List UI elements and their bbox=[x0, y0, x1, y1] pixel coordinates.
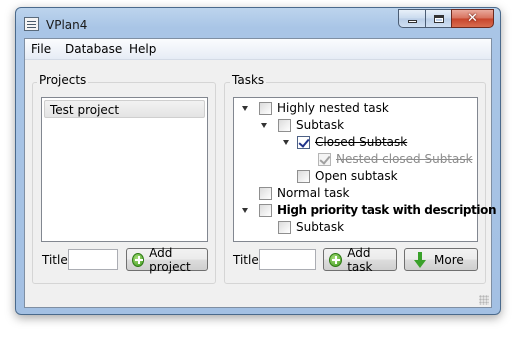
projects-list[interactable]: Test project bbox=[41, 97, 208, 242]
task-checkbox[interactable] bbox=[259, 187, 272, 200]
task-label: Open subtask bbox=[315, 169, 398, 183]
add-project-label: Add project bbox=[149, 245, 191, 274]
expander-icon[interactable] bbox=[242, 208, 248, 213]
more-button[interactable]: More bbox=[404, 248, 478, 271]
task-label: Highly nested task bbox=[277, 101, 389, 115]
projects-group-title: Projects bbox=[37, 73, 89, 87]
task-checkbox[interactable] bbox=[297, 136, 310, 149]
minimize-button[interactable] bbox=[398, 9, 425, 28]
more-label: More bbox=[434, 252, 464, 267]
task-label: High priority task with description bbox=[277, 203, 497, 217]
task-checkbox[interactable] bbox=[259, 102, 272, 115]
tree-node[interactable]: High priority task with description bbox=[234, 202, 497, 219]
menu-bar: File Database Help bbox=[25, 39, 491, 60]
list-item[interactable]: Test project bbox=[44, 100, 205, 118]
tree-node[interactable]: Subtask bbox=[234, 117, 474, 134]
maximize-icon bbox=[433, 14, 444, 23]
plus-circle-icon bbox=[132, 252, 145, 267]
tree-node[interactable]: Nested closed Subtask bbox=[234, 151, 474, 168]
add-task-button[interactable]: Add task bbox=[323, 245, 397, 274]
tree-node[interactable]: Closed Subtask bbox=[234, 134, 474, 151]
window-title: VPlan4 bbox=[46, 18, 88, 32]
menu-file[interactable]: File bbox=[31, 42, 51, 56]
down-arrow-icon bbox=[414, 251, 426, 268]
task-label: Normal task bbox=[277, 186, 350, 200]
close-button[interactable]: ✕ bbox=[451, 9, 494, 28]
add-project-button[interactable]: Add project bbox=[126, 245, 208, 274]
close-icon: ✕ bbox=[467, 11, 478, 26]
expander-icon[interactable] bbox=[283, 140, 289, 145]
task-checkbox[interactable] bbox=[278, 221, 291, 234]
project-name: Test project bbox=[50, 103, 120, 117]
caption-buttons: ✕ bbox=[398, 9, 494, 28]
tree-node[interactable]: Open subtask bbox=[234, 168, 474, 185]
task-title-label: Title bbox=[233, 253, 259, 267]
task-title-input[interactable] bbox=[259, 249, 316, 270]
project-title-label: Title bbox=[42, 253, 68, 267]
app-icon bbox=[24, 17, 39, 31]
expander-icon[interactable] bbox=[242, 106, 248, 111]
menu-help[interactable]: Help bbox=[129, 42, 156, 56]
maximize-button[interactable] bbox=[425, 9, 451, 28]
task-checkbox[interactable] bbox=[278, 119, 291, 132]
task-checkbox[interactable] bbox=[297, 170, 310, 183]
tree-node[interactable]: Normal task bbox=[234, 185, 474, 202]
tree-node[interactable]: Subtask bbox=[234, 219, 474, 236]
project-title-input[interactable] bbox=[68, 249, 118, 270]
minimize-icon bbox=[407, 20, 417, 23]
task-checkbox[interactable] bbox=[259, 204, 272, 217]
menu-database[interactable]: Database bbox=[65, 42, 122, 56]
task-label: Nested closed Subtask bbox=[336, 152, 473, 166]
task-label: Subtask bbox=[296, 220, 345, 234]
expander-icon[interactable] bbox=[261, 123, 267, 128]
tasks-group-title: Tasks bbox=[230, 73, 267, 87]
add-task-label: Add task bbox=[347, 245, 373, 274]
tasks-tree[interactable]: Highly nested task Subtask Closed Subtas… bbox=[233, 97, 497, 242]
size-grip[interactable] bbox=[479, 295, 489, 305]
tree-node[interactable]: Highly nested task bbox=[234, 100, 474, 117]
plus-circle-icon bbox=[329, 252, 343, 267]
task-label: Subtask bbox=[296, 118, 345, 132]
task-checkbox bbox=[318, 153, 331, 166]
task-label: Closed Subtask bbox=[315, 135, 408, 149]
title-bar[interactable]: VPlan4 ✕ bbox=[16, 8, 500, 38]
client-area: File Database Help Projects Test project… bbox=[24, 38, 497, 308]
main-window: VPlan4 ✕ File Database Help Projects Tes… bbox=[15, 7, 501, 315]
